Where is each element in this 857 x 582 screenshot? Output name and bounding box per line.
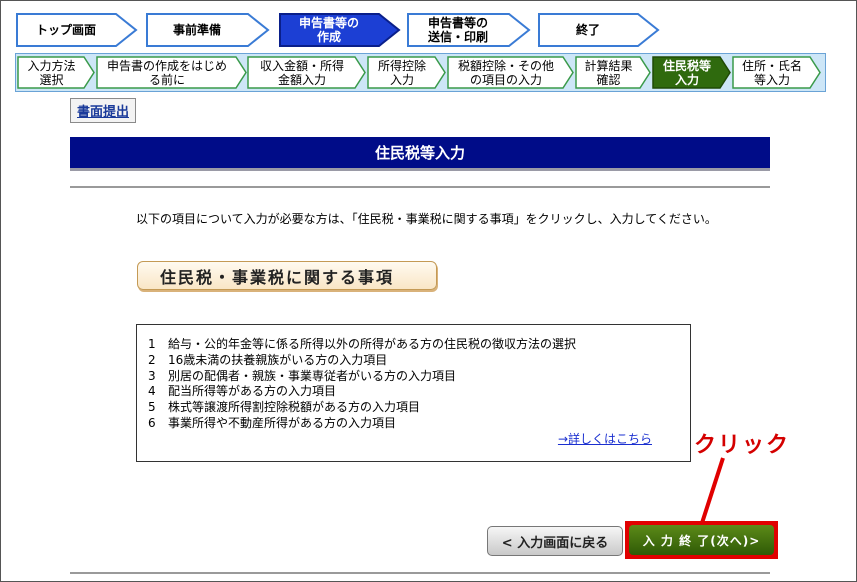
next-button-label: 入 力 終 了(次へ)> — [642, 533, 761, 548]
back-button-label: < 入力画面に戻る — [501, 535, 609, 551]
back-to-input-button[interactable]: < 入力画面に戻る — [487, 526, 623, 556]
annotation-arrow-line — [700, 457, 725, 524]
next-button-highlight: 入 力 終 了(次へ)> — [625, 521, 778, 559]
bottom-divider — [70, 572, 770, 574]
finish-input-next-button[interactable]: 入 力 終 了(次へ)> — [629, 525, 774, 555]
